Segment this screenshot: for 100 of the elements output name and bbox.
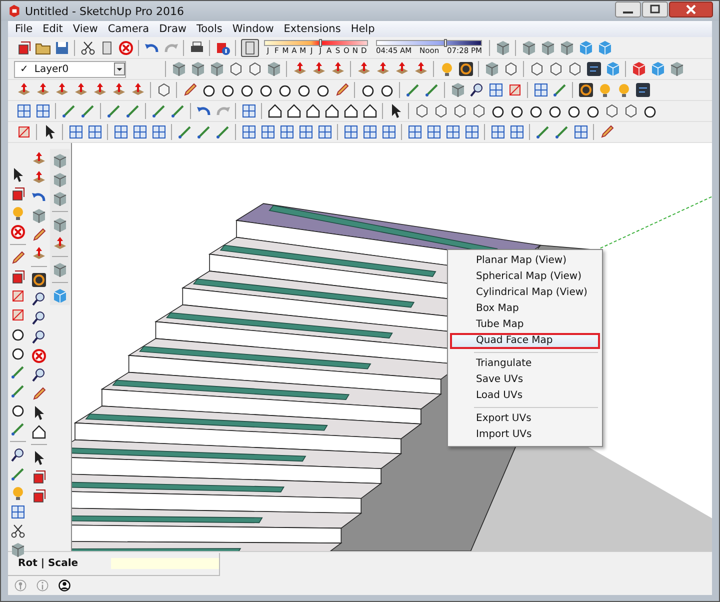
arrow-icon[interactable]	[374, 61, 390, 77]
box-icon[interactable]	[10, 268, 26, 284]
menu-item[interactable]: Import UVs	[450, 427, 600, 443]
grid-icon[interactable]	[316, 124, 332, 140]
grid-icon[interactable]	[444, 124, 460, 140]
polyhedron-icon[interactable]	[414, 103, 430, 119]
cancel-icon[interactable]	[31, 348, 47, 364]
panel-icon[interactable]	[634, 82, 650, 98]
cube-icon[interactable]	[31, 208, 47, 224]
bulb-icon[interactable]	[10, 484, 26, 500]
menu-item[interactable]: Cylindrical Map (View)	[450, 285, 600, 301]
line-icon[interactable]	[60, 103, 76, 119]
cube-icon[interactable]	[596, 40, 612, 56]
cube-icon[interactable]	[484, 61, 500, 77]
house-icon[interactable]	[324, 103, 340, 119]
slider-thumb[interactable]	[444, 39, 447, 47]
cube-icon[interactable]	[578, 40, 594, 56]
info-icon[interactable]	[214, 40, 230, 56]
magnifier-icon[interactable]	[468, 82, 484, 98]
arrow-icon[interactable]	[31, 170, 47, 186]
arrow-icon[interactable]	[292, 61, 308, 77]
polyhedron-icon[interactable]	[502, 61, 518, 77]
arrow-icon[interactable]	[130, 82, 146, 98]
menu-item[interactable]: Extensions	[278, 23, 346, 35]
close-button[interactable]	[669, 1, 713, 18]
menu-item[interactable]: Planar Map (View)	[450, 253, 600, 269]
line-icon[interactable]	[176, 124, 192, 140]
arrow-icon[interactable]	[394, 61, 410, 77]
cancel-icon[interactable]	[10, 224, 26, 240]
pencil-icon[interactable]	[31, 226, 47, 242]
line-icon[interactable]	[124, 103, 140, 119]
menu-item[interactable]: Triangulate	[450, 356, 600, 372]
menu-item[interactable]: Window	[227, 23, 279, 35]
menu-item[interactable]: Load UVs	[450, 388, 600, 404]
cube-icon[interactable]	[170, 61, 186, 77]
menu-item[interactable]: Help	[346, 23, 380, 35]
grid-icon[interactable]	[508, 124, 524, 140]
pencil-icon[interactable]	[10, 250, 26, 266]
grid-icon[interactable]	[150, 124, 166, 140]
grid-icon[interactable]	[112, 124, 128, 140]
bulb-icon[interactable]	[10, 204, 26, 220]
grid-icon[interactable]	[362, 124, 378, 140]
box-icon[interactable]	[10, 186, 26, 202]
grid-icon[interactable]	[488, 82, 504, 98]
menu-item[interactable]: Quad Face Map	[450, 333, 600, 349]
scissors-icon[interactable]	[10, 522, 26, 538]
grid-icon[interactable]	[298, 124, 314, 140]
minimize-button[interactable]	[615, 1, 641, 18]
cube-icon[interactable]	[52, 172, 68, 188]
polyhedron-icon[interactable]	[156, 82, 172, 98]
cube-icon[interactable]	[540, 40, 556, 56]
line-icon[interactable]	[10, 420, 26, 436]
arrow-icon[interactable]	[356, 61, 372, 77]
line-icon[interactable]	[150, 103, 166, 119]
cube-icon[interactable]	[190, 61, 206, 77]
grid-icon[interactable]	[342, 124, 358, 140]
arrow-icon[interactable]	[16, 82, 32, 98]
cancel-icon[interactable]	[118, 40, 134, 56]
grid-icon[interactable]	[10, 504, 26, 520]
magnifier-icon[interactable]	[31, 310, 47, 326]
menu-item[interactable]: Camera	[102, 23, 154, 35]
menu-item[interactable]: File	[10, 23, 38, 35]
rectangle-icon[interactable]	[16, 124, 32, 140]
user-icon[interactable]	[58, 579, 71, 592]
arrow-icon[interactable]	[52, 236, 68, 252]
cube-icon[interactable]	[52, 190, 68, 206]
grid-icon[interactable]	[34, 103, 50, 119]
polyhedron-icon[interactable]	[604, 103, 620, 119]
grid-icon[interactable]	[464, 124, 480, 140]
magnifier-icon[interactable]	[31, 366, 47, 382]
grid-icon[interactable]	[240, 103, 256, 119]
maximize-button[interactable]	[642, 1, 668, 18]
line-icon[interactable]	[196, 124, 212, 140]
line-icon[interactable]	[552, 82, 568, 98]
arrow-icon[interactable]	[330, 61, 346, 77]
cube-icon[interactable]	[208, 61, 224, 77]
pencil-icon[interactable]	[31, 386, 47, 402]
line-icon[interactable]	[106, 103, 122, 119]
menu-item[interactable]: Edit	[38, 23, 68, 35]
measurements-field[interactable]	[111, 558, 219, 569]
save-icon[interactable]	[54, 40, 70, 56]
polyhedron-icon[interactable]	[622, 103, 638, 119]
polyhedron-icon[interactable]	[470, 103, 486, 119]
grid-icon[interactable]	[86, 124, 102, 140]
grid-icon[interactable]	[426, 124, 442, 140]
house-icon[interactable]	[362, 103, 378, 119]
polyhedron-icon[interactable]	[528, 61, 544, 77]
line-icon[interactable]	[404, 82, 420, 98]
rectangle-icon[interactable]	[506, 82, 522, 98]
cube-icon[interactable]	[520, 40, 536, 56]
line-icon[interactable]	[10, 382, 26, 398]
grid-icon[interactable]	[532, 82, 548, 98]
arrow-icon[interactable]	[92, 82, 108, 98]
menu-item[interactable]: Spherical Map (View)	[450, 269, 600, 285]
house-icon[interactable]	[31, 424, 47, 440]
magnifier-icon[interactable]	[31, 290, 47, 306]
line-icon[interactable]	[554, 124, 570, 140]
grid-icon[interactable]	[240, 124, 256, 140]
grid-icon[interactable]	[16, 103, 32, 119]
scissors-icon[interactable]	[80, 40, 96, 56]
